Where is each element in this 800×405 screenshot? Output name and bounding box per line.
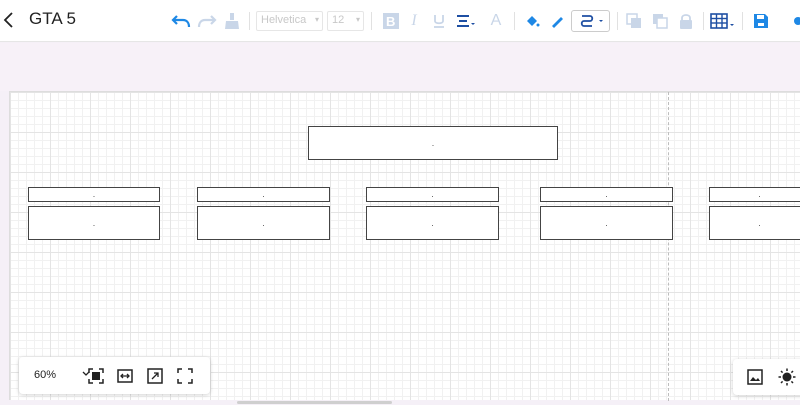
diagram-canvas[interactable]: . . . . . . . . . . .	[9, 91, 800, 401]
child-node-body[interactable]: .	[540, 206, 673, 240]
toolbar-divider	[249, 12, 250, 30]
underline-button[interactable]	[429, 10, 449, 32]
node-label: .	[605, 218, 608, 228]
theme-toggle-icon[interactable]	[778, 368, 796, 386]
minimap-icon[interactable]	[747, 369, 763, 385]
page-break-line	[668, 92, 669, 401]
chevron-left-icon	[3, 12, 13, 28]
back-button[interactable]	[0, 8, 20, 32]
lock-icon	[680, 14, 692, 29]
bold-button[interactable]: B	[381, 10, 401, 32]
fullscreen-icon[interactable]	[177, 368, 193, 384]
child-node-title[interactable]: .	[28, 187, 160, 202]
node-label: .	[431, 190, 434, 199]
undo-button[interactable]	[170, 10, 192, 32]
fill-color-button[interactable]	[522, 10, 542, 32]
fit-page-icon[interactable]	[88, 368, 104, 384]
canvas-top-margin	[0, 43, 800, 91]
toolbar-divider	[514, 12, 515, 30]
child-node-title[interactable]: .	[197, 187, 330, 202]
node-label: .	[262, 218, 265, 228]
child-node-body[interactable]: .	[197, 206, 330, 240]
zoom-controls: 60%	[19, 357, 210, 394]
node-label: .	[758, 218, 761, 228]
bring-to-front-button[interactable]	[624, 10, 644, 32]
toolbar-divider	[742, 12, 743, 30]
undo-icon	[171, 15, 191, 28]
font-size-select[interactable]: 12 ▾	[327, 11, 364, 31]
pen-icon	[552, 17, 563, 28]
top-toolbar: GTA 5 Helvetica ▾ 12 ▾ B I A	[0, 0, 800, 42]
format-painter-icon	[225, 13, 239, 29]
more-options-button[interactable]	[790, 10, 800, 32]
chevron-down-icon: ▾	[355, 15, 360, 24]
connector-icon	[580, 15, 603, 27]
zoom-level[interactable]: 60%	[34, 369, 56, 381]
insert-table-button[interactable]	[709, 10, 737, 32]
horizontal-scrollbar[interactable]	[237, 401, 392, 404]
font-size-value: 12	[332, 14, 345, 26]
format-painter-button[interactable]	[222, 10, 242, 32]
document-title[interactable]: GTA 5	[29, 9, 76, 29]
child-node-title[interactable]: .	[709, 187, 800, 202]
send-to-back-button[interactable]	[650, 10, 670, 32]
table-icon	[710, 13, 734, 29]
node-label: .	[431, 138, 435, 148]
bold-icon: B	[383, 13, 399, 29]
save-button[interactable]	[751, 10, 771, 32]
actual-size-icon[interactable]	[147, 368, 163, 384]
root-node[interactable]: .	[308, 126, 558, 160]
font-color-button[interactable]: A	[486, 10, 506, 32]
node-label: .	[92, 190, 96, 199]
save-icon	[754, 14, 768, 28]
svg-text:B: B	[386, 14, 395, 29]
underline-icon	[434, 15, 444, 28]
toolbar-divider	[703, 12, 704, 30]
font-family-select[interactable]: Helvetica ▾	[256, 11, 323, 31]
node-label: .	[605, 190, 608, 199]
view-controls	[733, 359, 800, 395]
child-node-body[interactable]: .	[709, 206, 800, 240]
node-label: .	[92, 218, 96, 228]
node-label: .	[758, 190, 761, 199]
child-node-body[interactable]: .	[28, 206, 160, 240]
node-label: .	[431, 218, 434, 228]
child-node-title[interactable]: .	[540, 187, 673, 202]
node-label: .	[262, 190, 265, 199]
fit-width-icon[interactable]	[117, 368, 133, 384]
paint-bucket-icon	[527, 16, 540, 27]
send-back-icon	[653, 14, 668, 29]
child-node-body[interactable]: .	[366, 206, 499, 240]
redo-icon	[197, 15, 217, 28]
font-family-value: Helvetica	[261, 14, 307, 26]
chevron-down-icon: ▾	[314, 15, 319, 24]
child-node-title[interactable]: .	[366, 187, 499, 202]
font-color-icon: A	[490, 12, 502, 29]
connector-style-button[interactable]	[571, 10, 610, 32]
text-align-button[interactable]	[455, 10, 477, 32]
bring-front-icon	[626, 13, 641, 28]
italic-icon: I	[411, 12, 417, 29]
align-icon	[457, 15, 475, 27]
lock-button[interactable]	[676, 10, 696, 32]
italic-button[interactable]: I	[405, 10, 423, 32]
line-color-button[interactable]	[547, 10, 567, 32]
toolbar-divider	[371, 12, 372, 30]
dot-icon	[794, 17, 800, 25]
toolbar-divider	[617, 12, 618, 30]
redo-button[interactable]	[196, 10, 218, 32]
